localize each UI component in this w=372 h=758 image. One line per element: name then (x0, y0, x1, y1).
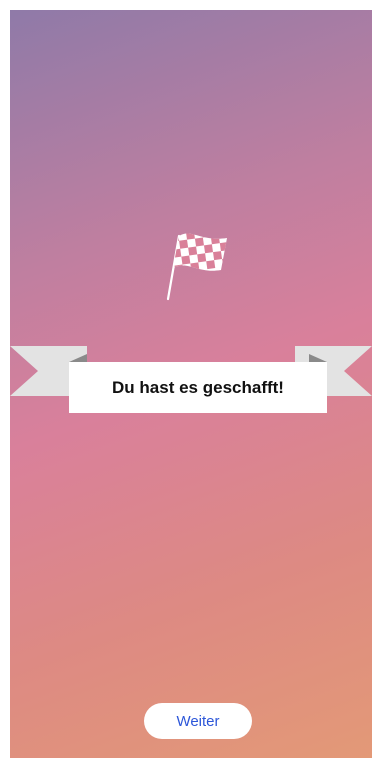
success-message: Du hast es geschafft! (112, 377, 284, 397)
completion-screen: Du hast es geschafft! Weiter (10, 10, 372, 758)
continue-button[interactable]: Weiter (144, 703, 252, 739)
ribbon-banner: Du hast es geschafft! (10, 346, 372, 418)
checkered-flag-icon (166, 233, 227, 301)
message-banner: Du hast es geschafft! (69, 362, 327, 413)
